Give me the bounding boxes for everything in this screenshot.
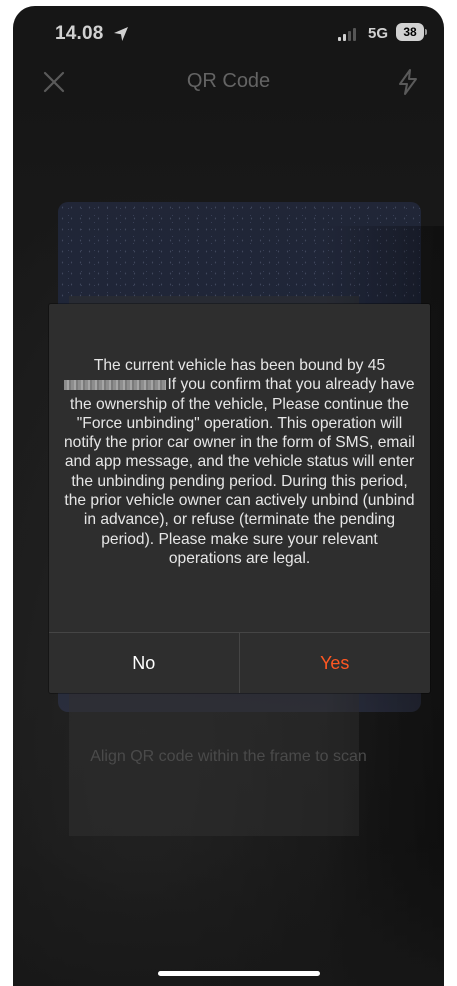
- force-unbind-dialog: The current vehicle has been bound by 45…: [49, 304, 430, 693]
- dialog-actions: No Yes: [49, 632, 430, 693]
- no-button[interactable]: No: [49, 633, 240, 693]
- home-indicator[interactable]: [158, 971, 320, 976]
- dialog-message-line1: The current vehicle has been bound by 45: [93, 357, 386, 374]
- redacted-text: [64, 380, 167, 391]
- phone-screen: 14.08 5G 38 QR Code Align QR code within…: [13, 6, 444, 986]
- yes-button[interactable]: Yes: [240, 633, 431, 693]
- dialog-message-body: If you confirm that you already have the…: [64, 376, 415, 567]
- dialog-message: The current vehicle has been bound by 45…: [63, 356, 416, 568]
